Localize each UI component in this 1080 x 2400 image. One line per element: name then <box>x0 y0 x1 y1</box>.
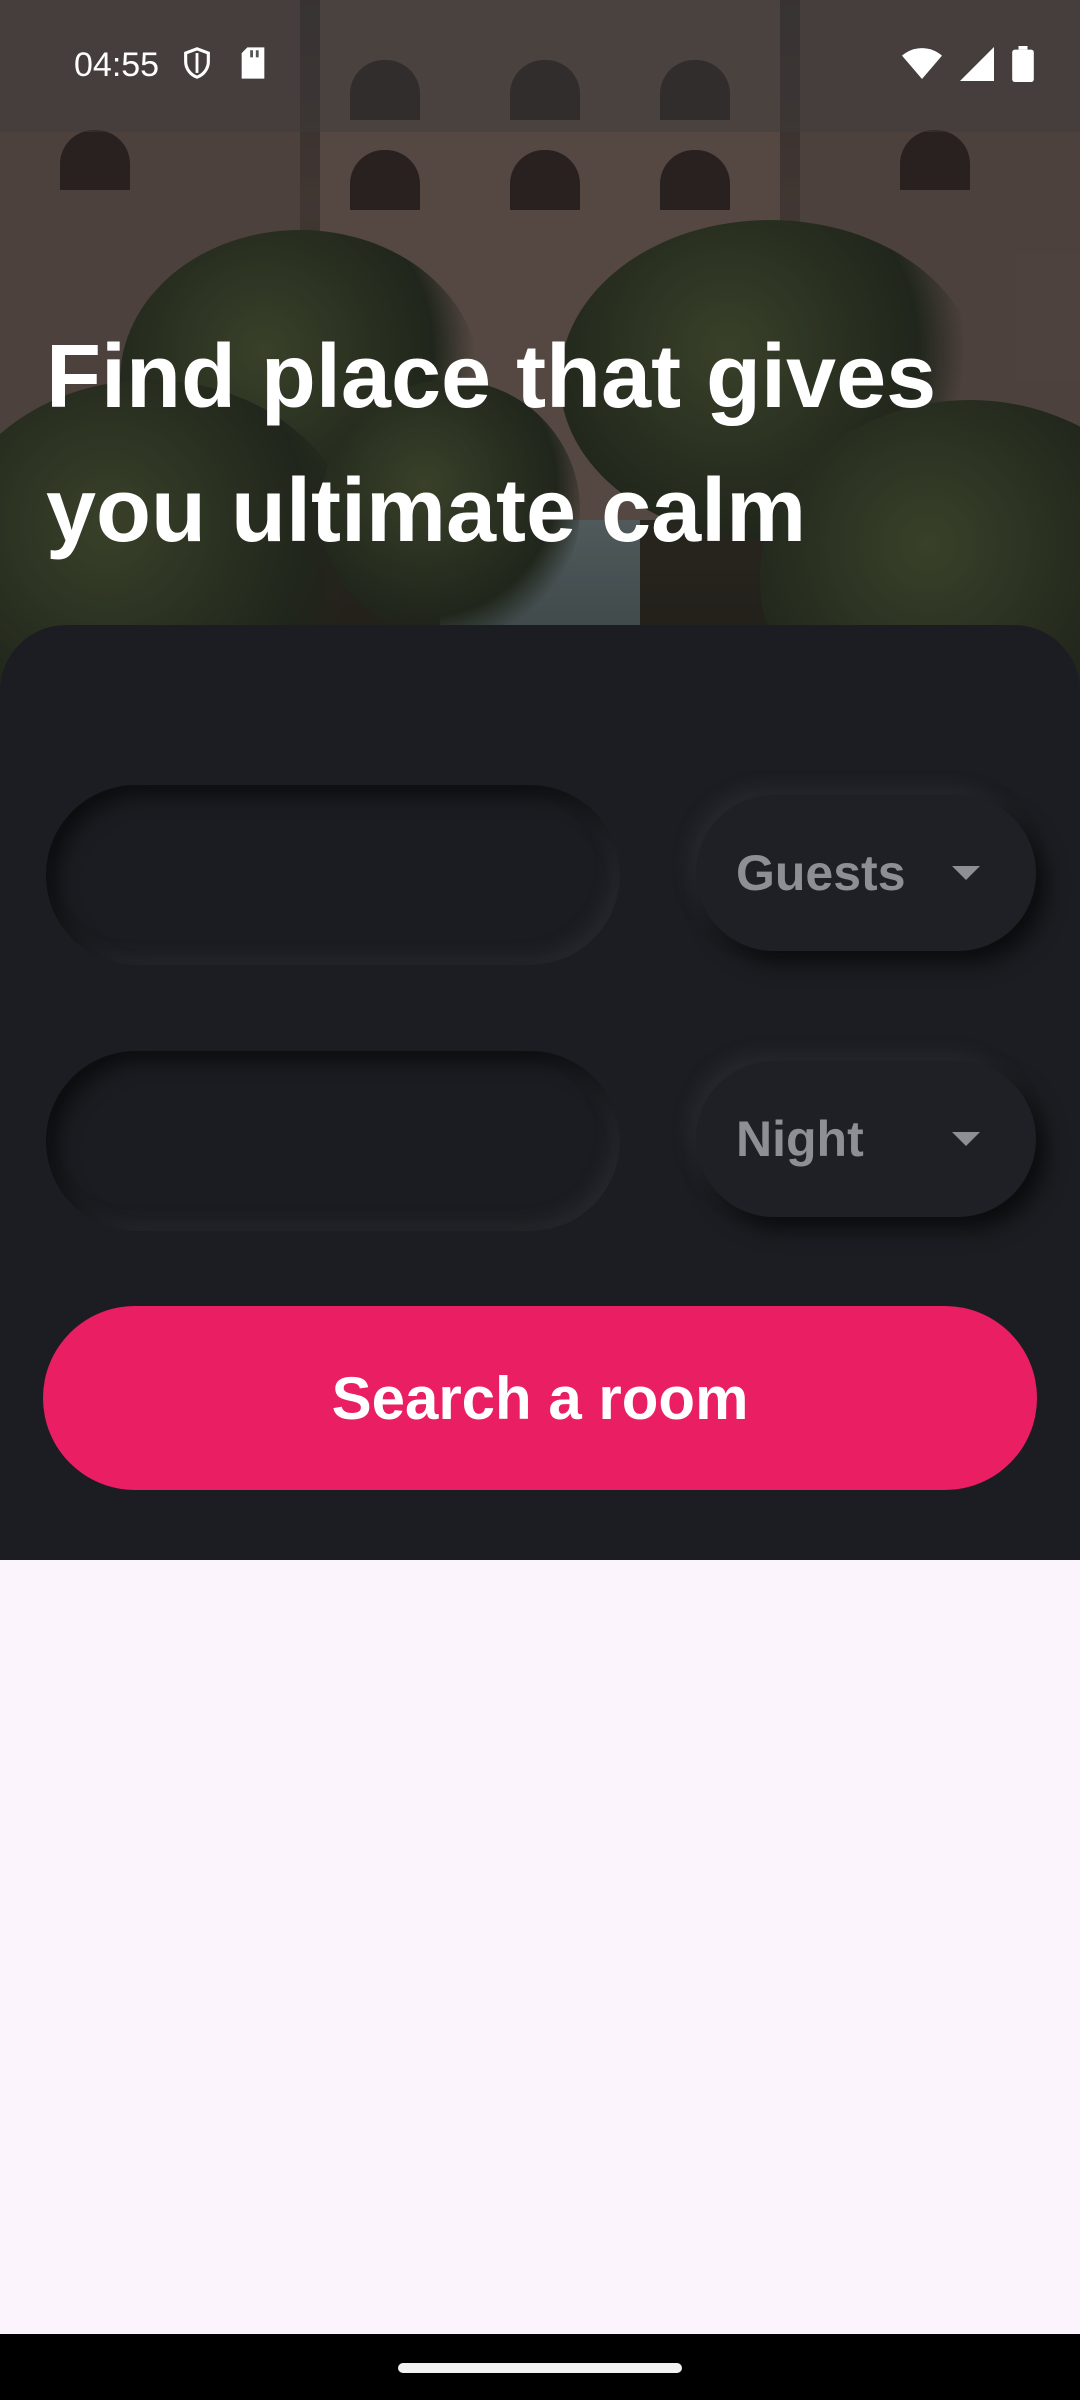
search-input-2[interactable] <box>46 1051 620 1231</box>
headline-line-2: you ultimate calm <box>46 461 807 561</box>
search-field-2[interactable] <box>46 1051 620 1231</box>
caret-down-icon <box>952 1132 980 1146</box>
guests-label: Guests <box>736 845 906 901</box>
home-gesture-handle[interactable] <box>398 2363 682 2373</box>
headline-line-1: Find place that gives <box>46 327 937 427</box>
sd-card-icon <box>238 46 268 85</box>
search-input-1[interactable] <box>46 785 620 965</box>
night-label: Night <box>736 1111 864 1167</box>
search-room-button[interactable]: Search a room <box>43 1306 1037 1490</box>
status-bar: 04:55 <box>0 0 1080 132</box>
wifi-icon <box>902 47 942 86</box>
hero-headline: Find place that gives you ultimate calm <box>46 310 1046 578</box>
caret-down-icon <box>952 866 980 880</box>
status-time: 04:55 <box>74 46 160 84</box>
search-field-1[interactable] <box>46 785 620 965</box>
guests-dropdown[interactable]: Guests <box>696 795 1036 951</box>
shield-icon <box>180 46 214 85</box>
night-dropdown[interactable]: Night <box>696 1061 1036 1217</box>
battery-icon <box>1012 46 1034 87</box>
signal-icon <box>960 47 994 86</box>
